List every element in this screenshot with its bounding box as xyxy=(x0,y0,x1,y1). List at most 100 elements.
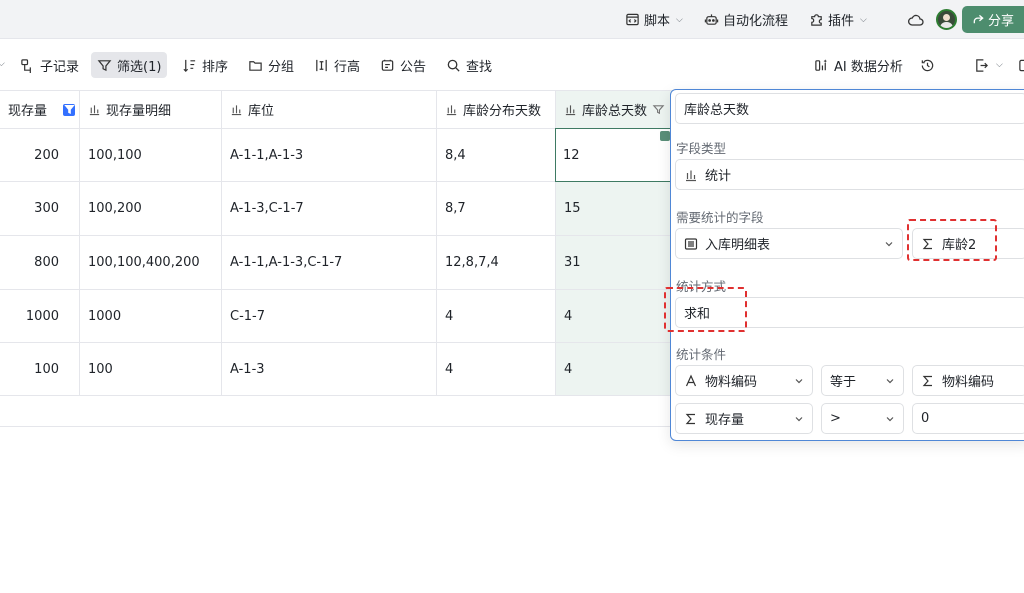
column-header-total-age[interactable]: 库龄总天数 xyxy=(556,91,680,128)
cell-age-distribution[interactable]: 4 xyxy=(437,290,556,342)
cell-location[interactable]: A-1-3,C-1-7 xyxy=(222,182,437,235)
ai-chart-icon xyxy=(815,58,827,71)
history-icon xyxy=(921,59,934,71)
column-header-label: 库位 xyxy=(248,104,275,119)
chevron-down-icon xyxy=(886,378,894,383)
table-row[interactable]: 800 100,100,400,200 A-1-1,A-1-3,C-1-7 12… xyxy=(0,236,680,290)
cell-total-age[interactable]: 4 xyxy=(556,343,680,395)
avatar[interactable] xyxy=(936,9,957,30)
cell-age-distribution[interactable]: 12,8,7,4 xyxy=(437,236,556,289)
cell-stock[interactable]: 200 xyxy=(0,129,80,181)
group-button[interactable]: 分组 xyxy=(242,52,300,78)
field-type-select[interactable]: 统计 xyxy=(675,159,1024,190)
method-select[interactable]: 求和 xyxy=(675,297,1024,328)
share-icon xyxy=(973,14,984,24)
selected-cell-value: 12 xyxy=(563,148,580,163)
cell-stock-detail[interactable]: 1000 xyxy=(80,290,222,342)
condition-field-select[interactable]: 物料编码 xyxy=(675,365,813,396)
expand-cell-icon[interactable] xyxy=(660,131,670,141)
group-label: 分组 xyxy=(268,59,295,75)
cell-location[interactable]: A-1-1,A-1-3 xyxy=(222,129,437,181)
script-icon xyxy=(626,13,639,26)
row-height-label: 行高 xyxy=(334,59,361,75)
cell-location[interactable]: C-1-7 xyxy=(222,290,437,342)
column-header-age-distribution[interactable]: 库龄分布天数 xyxy=(437,91,556,128)
column-header-location[interactable]: 库位 xyxy=(222,91,437,128)
stat-field-icon xyxy=(446,105,457,116)
field-name-input[interactable]: 库龄总天数 xyxy=(675,93,1024,124)
stat-field-icon xyxy=(89,105,100,116)
condition-operator-select[interactable]: > xyxy=(821,403,904,434)
field-name-value: 库龄总天数 xyxy=(684,103,750,118)
plugin-label: 插件 xyxy=(828,14,855,29)
condition-value: 物料编码 xyxy=(942,375,995,390)
cloud-sync-button[interactable] xyxy=(907,0,925,39)
filter-icon[interactable] xyxy=(652,103,665,116)
subrecord-button[interactable]: 子记录 xyxy=(14,52,85,78)
plugin-menu[interactable]: 插件 ⌵ xyxy=(809,0,867,39)
subrecord-icon xyxy=(21,58,31,73)
filter-button[interactable]: 筛选(1) xyxy=(91,52,168,78)
search-icon xyxy=(447,59,460,72)
column-header-stock-detail[interactable]: 现存量明细 xyxy=(80,91,222,128)
cell-stock[interactable]: 800 xyxy=(0,236,80,289)
condition-value-select[interactable]: 物料编码 xyxy=(912,365,1024,396)
filter-label: 筛选(1) xyxy=(117,59,162,75)
cell-location[interactable]: A-1-1,A-1-3,C-1-7 xyxy=(222,236,437,289)
stat-field-icon xyxy=(231,105,242,116)
sort-button[interactable]: 排序 xyxy=(176,52,234,78)
cell-stock-detail[interactable]: 100,100 xyxy=(80,129,222,181)
field-type-label: 字段类型 xyxy=(676,141,727,156)
export-menu[interactable]: ⌵ xyxy=(968,52,1009,78)
cell-age-distribution[interactable]: 8,7 xyxy=(437,182,556,235)
selected-cell[interactable]: 12 xyxy=(555,128,671,182)
notice-button[interactable]: 公告 xyxy=(374,52,432,78)
cell-total-age[interactable]: 4 xyxy=(556,290,680,342)
cell-age-distribution[interactable]: 8,4 xyxy=(437,129,556,181)
share-button[interactable]: 分享 xyxy=(962,6,1024,33)
chevron-down-icon[interactable]: ⌵ xyxy=(0,59,5,69)
ai-analysis-button[interactable]: AI 数据分析 xyxy=(808,52,909,78)
stat-table-value: 入库明细表 xyxy=(705,238,771,253)
cell-stock-detail[interactable]: 100,100,400,200 xyxy=(80,236,222,289)
cell-stock[interactable]: 300 xyxy=(0,182,80,235)
condition-label: 统计条件 xyxy=(676,347,727,362)
cell-location[interactable]: A-1-3 xyxy=(222,343,437,395)
divider xyxy=(0,426,680,427)
find-label: 查找 xyxy=(466,59,493,75)
condition-value-input[interactable]: 0 xyxy=(912,403,1024,434)
chevron-down-icon xyxy=(795,378,803,383)
row-height-button[interactable]: 行高 xyxy=(308,52,366,78)
ai-analysis-label: AI 数据分析 xyxy=(834,59,903,75)
folder-icon xyxy=(249,60,262,71)
cell-stock[interactable]: 1000 xyxy=(0,290,80,342)
cell-total-age[interactable]: 15 xyxy=(556,182,680,235)
row-height-icon xyxy=(316,59,327,71)
chevron-down-icon: ⌵ xyxy=(996,60,1003,70)
find-button[interactable]: 查找 xyxy=(440,52,498,78)
condition-operator-select[interactable]: 等于 xyxy=(821,365,904,396)
header-row: 现存量 现存量明细 库位 库龄分布天数 库龄总天数 xyxy=(0,91,680,129)
condition-operator-value: > xyxy=(830,411,841,426)
script-menu[interactable]: 脚本 ⌵ xyxy=(625,0,683,39)
table-row[interactable]: 300 100,200 A-1-3,C-1-7 8,7 15 xyxy=(0,182,680,236)
more-button[interactable] xyxy=(1012,52,1024,78)
field-config-panel: 库龄总天数 字段类型 统计 需要统计的字段 入库明细表 库龄2 统计方式 求和 … xyxy=(670,89,1024,441)
cell-stock-detail[interactable]: 100,200 xyxy=(80,182,222,235)
sigma-icon xyxy=(685,413,695,424)
table-row[interactable]: 100 100 A-1-3 4 4 xyxy=(0,343,680,396)
cell-stock[interactable]: 100 xyxy=(0,343,80,395)
automation-button[interactable]: 自动化流程 xyxy=(704,0,788,39)
stat-field-select[interactable]: 库龄2 xyxy=(912,228,1024,259)
filter-active-icon[interactable] xyxy=(63,103,75,116)
column-header-stock[interactable]: 现存量 xyxy=(0,91,80,128)
cell-age-distribution[interactable]: 4 xyxy=(437,343,556,395)
table-row[interactable]: 1000 1000 C-1-7 4 4 xyxy=(0,290,680,343)
cell-total-age[interactable]: 31 xyxy=(556,236,680,289)
stat-table-select[interactable]: 入库明细表 xyxy=(675,228,903,259)
condition-field-select[interactable]: 现存量 xyxy=(675,403,813,434)
cell-stock-detail[interactable]: 100 xyxy=(80,343,222,395)
top-bar: 脚本 ⌵ 自动化流程 插件 ⌵ 分享 xyxy=(0,0,1024,39)
history-button[interactable] xyxy=(914,52,941,78)
automation-label: 自动化流程 xyxy=(723,14,789,29)
